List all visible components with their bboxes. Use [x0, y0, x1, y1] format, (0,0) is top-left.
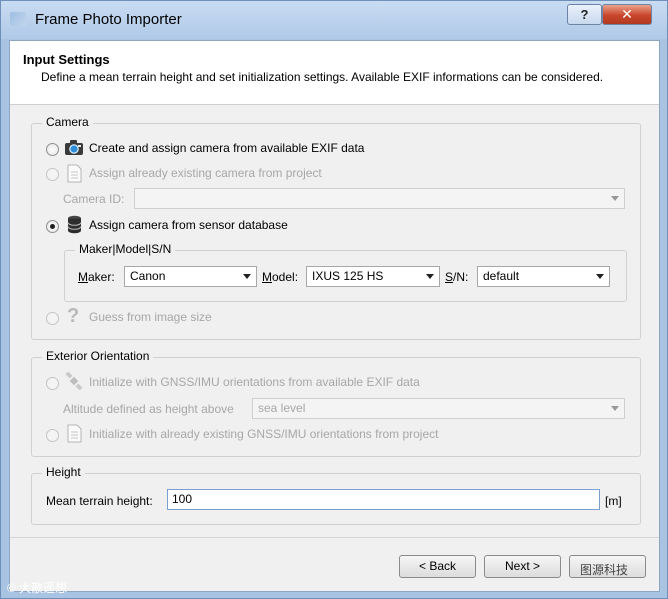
height-group-title: Height	[42, 465, 85, 479]
app-icon	[10, 12, 26, 26]
page-description: Define a mean terrain height and set ini…	[41, 70, 604, 84]
height-group: Height Mean terrain height: 100 [m]	[31, 465, 641, 525]
maker-value: Canon	[130, 269, 166, 283]
altitude-label: Altitude defined as height above	[63, 402, 234, 416]
maker-label-rest: aker:	[88, 270, 115, 284]
radio-gnss-exif[interactable]	[46, 377, 59, 390]
camera-id-select[interactable]	[134, 188, 625, 209]
window-title: Frame Photo Importer	[35, 11, 182, 28]
document-icon	[67, 164, 82, 183]
label-gnss-project: Initialize with already existing GNSS/IM…	[89, 427, 439, 441]
maker-label: Maker:	[78, 270, 115, 284]
exterior-group-title: Exterior Orientation	[42, 349, 154, 363]
chevron-down-icon	[611, 196, 619, 201]
sn-select[interactable]: default	[477, 266, 610, 287]
wizard-header: Input Settings Define a mean terrain hei…	[10, 41, 659, 105]
dialog-window: Frame Photo Importer ? ✕ Input Settings …	[0, 0, 668, 599]
label-guess-size: Guess from image size	[89, 310, 212, 324]
title-bar[interactable]: Frame Photo Importer ? ✕	[1, 1, 667, 39]
maker-select[interactable]: Canon	[124, 266, 257, 287]
model-select[interactable]: IXUS 125 HS	[306, 266, 440, 287]
altitude-select[interactable]: sea level	[252, 398, 625, 419]
camera-id-label: Camera ID:	[63, 192, 125, 206]
label-assign-existing: Assign already existing camera from proj…	[89, 166, 322, 180]
radio-gnss-project[interactable]	[46, 429, 59, 442]
footer-divider	[10, 537, 659, 538]
help-button[interactable]: ?	[567, 4, 602, 25]
mean-height-input[interactable]: 100	[167, 489, 600, 510]
watermark-left: © 大散遥想	[7, 581, 68, 595]
dialog-body: Input Settings Define a mean terrain hei…	[9, 40, 660, 592]
camera-group-title: Camera	[42, 115, 93, 129]
document-icon	[67, 424, 82, 443]
satellite-icon	[65, 372, 83, 390]
back-button[interactable]: < Back	[399, 555, 476, 578]
radio-create-from-exif[interactable]	[46, 143, 59, 156]
label-gnss-exif: Initialize with GNSS/IMU orientations fr…	[89, 375, 420, 389]
question-icon: ?	[67, 305, 80, 327]
radio-sensor-database[interactable]	[46, 220, 59, 233]
maker-model-group-title: Maker|Model|S/N	[75, 242, 176, 256]
label-create-from-exif: Create and assign camera from available …	[89, 141, 365, 155]
maker-model-group: Maker|Model|S/N Maker: Canon Model: IXUS…	[64, 242, 627, 302]
exterior-orientation-group: Exterior Orientation Initialize with GNS…	[31, 349, 641, 457]
close-button[interactable]: ✕	[602, 4, 652, 25]
radio-assign-existing[interactable]	[46, 168, 59, 181]
next-button[interactable]: Next >	[484, 555, 561, 578]
label-sensor-database: Assign camera from sensor database	[89, 218, 288, 232]
page-title: Input Settings	[23, 52, 110, 67]
database-icon	[67, 215, 82, 234]
model-label-rest: odel:	[272, 270, 299, 284]
altitude-value: sea level	[258, 401, 306, 415]
model-label: Model:	[262, 270, 299, 284]
chevron-down-icon	[596, 274, 604, 279]
mean-height-label: Mean terrain height:	[46, 494, 153, 508]
radio-guess-size[interactable]	[46, 312, 59, 325]
camera-group: Camera Create and assign camera from ava…	[31, 115, 641, 340]
height-unit: [m]	[605, 494, 622, 508]
sn-label-rest: /N:	[453, 270, 469, 284]
mean-height-value: 100	[172, 492, 193, 506]
chevron-down-icon	[611, 406, 619, 411]
model-value: IXUS 125 HS	[312, 269, 384, 283]
watermark-right: 图源科技	[580, 563, 629, 577]
sn-label: S/N:	[445, 270, 469, 284]
chevron-down-icon	[426, 274, 434, 279]
camera-icon	[65, 140, 83, 155]
chevron-down-icon	[243, 274, 251, 279]
sn-value: default	[483, 269, 520, 283]
